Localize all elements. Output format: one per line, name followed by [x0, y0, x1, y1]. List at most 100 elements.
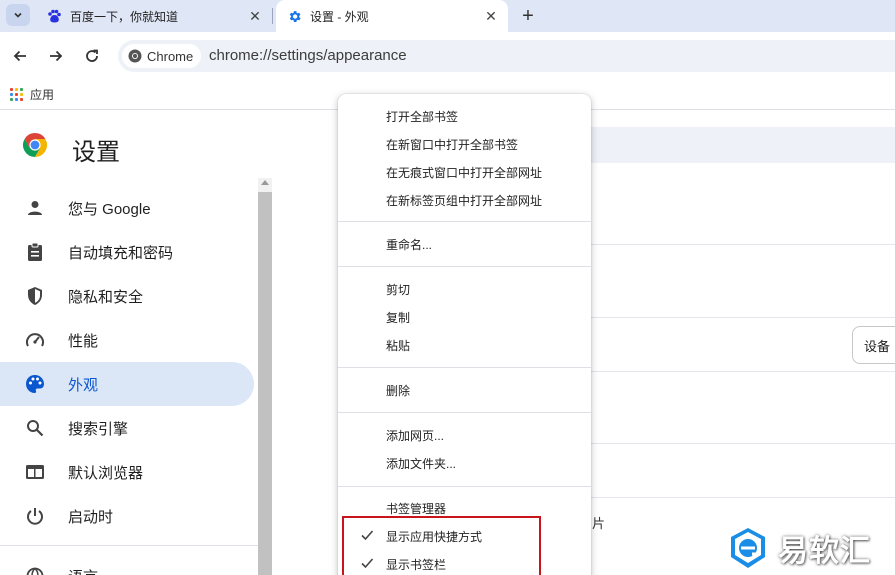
watermark-text: 易软汇	[778, 534, 871, 569]
sidebar-item-label: 性能	[68, 332, 99, 350]
browser-window-icon	[25, 462, 45, 482]
chip-label: Chrome	[147, 48, 194, 64]
menu-separator	[338, 486, 591, 487]
sidebar-item-privacy[interactable]: 隐私和安全	[0, 274, 254, 318]
content-action-button[interactable]: 设备	[852, 326, 895, 364]
menu-item-label: 在新窗口中打开全部书签	[386, 137, 519, 152]
sidebar-item-label: 隐私和安全	[68, 288, 144, 306]
sidebar-item-languages[interactable]: 语言	[0, 554, 254, 575]
site-info-chip[interactable]: Chrome	[122, 44, 202, 68]
menu-item-rename[interactable]: 重命名...	[338, 230, 591, 258]
watermark: 易软汇	[728, 526, 871, 570]
menu-item-label: 在无痕式窗口中打开全部网址	[386, 165, 543, 180]
back-button[interactable]	[8, 44, 32, 68]
content-button-label: 设备	[864, 338, 891, 354]
sidebar-scrollbar[interactable]	[258, 178, 272, 575]
speedometer-icon	[25, 330, 45, 350]
sidebar-item-search-engine[interactable]: 搜索引擎	[0, 406, 254, 450]
sidebar-item-performance[interactable]: 性能	[0, 318, 254, 362]
baidu-paw-icon	[46, 8, 62, 24]
person-icon	[25, 198, 45, 218]
sidebar-item-you-and-google[interactable]: 您与 Google	[0, 186, 254, 230]
content-divider	[590, 371, 895, 372]
menu-item-label: 粘贴	[386, 338, 411, 353]
apps-label: 应用	[30, 88, 55, 102]
menu-separator	[338, 412, 591, 413]
tab-settings[interactable]: 设置 - 外观 ✕	[276, 0, 508, 32]
menu-item-label: 剪切	[386, 282, 411, 297]
highlight-annotation-box	[342, 516, 541, 575]
reload-button[interactable]	[80, 44, 104, 68]
tab-strip: 百度一下，你就知道 ✕ 设置 - 外观 ✕ +	[0, 0, 895, 32]
menu-item-add-folder[interactable]: 添加文件夹...	[338, 449, 591, 477]
close-icon[interactable]: ✕	[246, 7, 264, 25]
menu-item-label: 在新标签页组中打开全部网址	[386, 193, 543, 208]
plus-icon: +	[522, 4, 534, 27]
tab-title: 设置 - 外观	[310, 9, 369, 24]
menu-item-paste[interactable]: 粘贴	[338, 331, 591, 359]
search-icon	[25, 418, 45, 438]
apps-shortcut[interactable]: 应用	[10, 86, 54, 103]
menu-item-add-page[interactable]: 添加网页...	[338, 421, 591, 449]
sidebar-item-label: 自动填充和密码	[68, 244, 174, 262]
menu-item-label: 添加文件夹...	[386, 456, 457, 471]
content-divider	[590, 497, 895, 498]
shield-icon	[25, 286, 45, 306]
apps-grid-icon	[10, 87, 24, 102]
content-divider	[590, 244, 895, 245]
url-text: chrome://settings/appearance	[209, 47, 407, 64]
menu-separator	[338, 367, 591, 368]
menu-separator	[338, 266, 591, 267]
content-divider	[590, 443, 895, 444]
menu-item-label: 重命名...	[386, 237, 433, 252]
sidebar-item-on-startup[interactable]: 启动时	[0, 494, 254, 538]
sidebar-item-label: 语言	[68, 566, 98, 575]
menu-item-open-all[interactable]: 打开全部书签	[338, 102, 591, 130]
sidebar-item-label: 默认浏览器	[68, 464, 144, 482]
scroll-up-arrow-icon[interactable]	[261, 180, 269, 185]
forward-button[interactable]	[44, 44, 68, 68]
sidebar-item-label: 搜索引擎	[68, 420, 129, 438]
sidebar-item-autofill[interactable]: 自动填充和密码	[0, 230, 254, 274]
tab-title: 百度一下，你就知道	[70, 9, 179, 24]
sidebar-item-default-browser[interactable]: 默认浏览器	[0, 450, 254, 494]
sidebar-item-label: 您与 Google	[68, 200, 151, 218]
close-icon[interactable]: ✕	[482, 7, 500, 25]
globe-icon	[25, 566, 45, 575]
arrow-left-icon	[13, 50, 26, 62]
sidebar-item-label: 外观	[68, 376, 99, 394]
menu-item-cut[interactable]: 剪切	[338, 275, 591, 303]
tab-baidu[interactable]: 百度一下，你就知道 ✕	[36, 0, 272, 32]
gear-icon	[286, 8, 302, 24]
watermark-logo-icon	[731, 528, 765, 568]
menu-item-open-all-new-window[interactable]: 在新窗口中打开全部书签	[338, 130, 591, 158]
bookmark-context-menu: 打开全部书签 在新窗口中打开全部书签 在无痕式窗口中打开全部网址 在新标签页组中…	[338, 94, 591, 575]
palette-icon	[25, 374, 45, 394]
tab-search-button[interactable]	[6, 4, 30, 26]
new-tab-button[interactable]: +	[516, 4, 540, 28]
reload-icon	[86, 49, 98, 62]
settings-search-band	[590, 127, 895, 163]
menu-item-open-all-incognito[interactable]: 在无痕式窗口中打开全部网址	[338, 158, 591, 186]
chrome-logo-icon	[128, 49, 142, 63]
menu-item-label: 复制	[386, 310, 411, 325]
settings-sidebar: 您与 Google 自动填充和密码 隐私和安全 性能 外观 搜索引擎 默认浏览器…	[0, 186, 258, 575]
scroll-thumb[interactable]	[258, 192, 272, 575]
power-icon	[25, 506, 45, 526]
menu-item-label: 删除	[386, 383, 411, 398]
content-divider	[590, 317, 895, 318]
clipboard-icon	[25, 242, 45, 262]
tab-separator	[272, 8, 273, 24]
sidebar-divider	[0, 545, 258, 546]
page-title: 设置	[72, 139, 120, 166]
content-text-fragment: 片	[592, 516, 606, 531]
toolbar: Chrome chrome://settings/appearance	[0, 32, 895, 80]
menu-separator	[338, 221, 591, 222]
menu-item-label: 书签管理器	[386, 501, 447, 516]
address-bar[interactable]: Chrome chrome://settings/appearance	[118, 40, 895, 72]
menu-item-copy[interactable]: 复制	[338, 303, 591, 331]
menu-item-open-all-tab-group[interactable]: 在新标签页组中打开全部网址	[338, 186, 591, 214]
chrome-logo-icon	[22, 133, 48, 157]
menu-item-delete[interactable]: 删除	[338, 376, 591, 404]
sidebar-item-appearance[interactable]: 外观	[0, 362, 254, 406]
